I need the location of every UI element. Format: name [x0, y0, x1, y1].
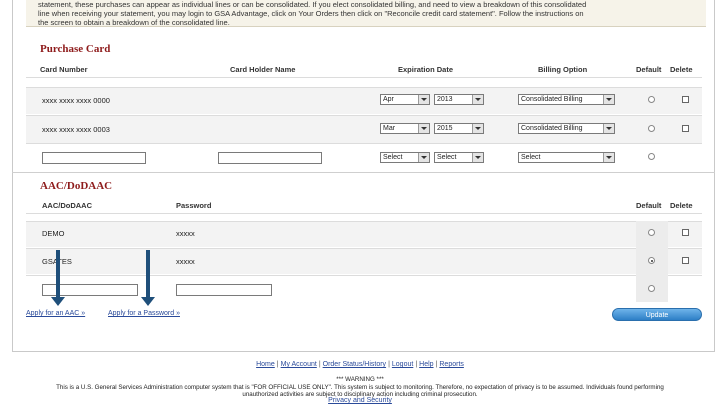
- new-billing-option-select[interactable]: Select: [518, 152, 615, 163]
- card-number: xxxx xxxx xxxx 0003: [42, 125, 110, 134]
- chevron-down-icon: [418, 153, 429, 162]
- selected-value: Select: [383, 154, 403, 161]
- delete-aac-checkbox[interactable]: [682, 229, 689, 236]
- col-default: Default: [636, 65, 662, 74]
- security-warning: *** WARNING *** This is a U.S. General S…: [0, 376, 720, 399]
- new-card-holder-input[interactable]: [218, 152, 322, 164]
- footer-link-logout[interactable]: Logout: [392, 361, 413, 368]
- selected-value: 2015: [437, 125, 453, 132]
- arrow-down-icon: [141, 250, 155, 306]
- expiration-month-select[interactable]: Apr: [380, 94, 430, 105]
- delete-card-checkbox[interactable]: [682, 125, 689, 132]
- password-value: xxxxx: [176, 229, 195, 238]
- col-aac: AAC/DoDAAC: [42, 201, 92, 210]
- chevron-down-icon: [603, 153, 614, 162]
- chevron-down-icon: [603, 95, 614, 104]
- card-number: xxxx xxxx xxxx 0000: [42, 96, 110, 105]
- privacy-link[interactable]: Privacy and Security: [0, 397, 720, 404]
- billing-option-select[interactable]: Consolidated Billing: [518, 123, 615, 134]
- aac-title: AAC/DoDAAC: [40, 180, 113, 192]
- col-billing: Billing Option: [538, 65, 588, 74]
- expiration-year-select[interactable]: 2013: [434, 94, 484, 105]
- footer-link-order-status[interactable]: Order Status/History: [323, 361, 386, 368]
- default-aac-radio[interactable]: [648, 229, 655, 236]
- separator: |: [415, 361, 418, 368]
- chevron-down-icon: [418, 124, 429, 133]
- selected-value: Mar: [383, 125, 396, 132]
- password-value: xxxxx: [176, 257, 195, 266]
- separator: |: [276, 361, 279, 368]
- col-card-number: Card Number: [40, 65, 88, 74]
- selected-value: Consolidated Billing: [521, 96, 583, 103]
- new-card-number-input[interactable]: [42, 152, 146, 164]
- table-row: [26, 248, 702, 274]
- footer-link-reports[interactable]: Reports: [439, 361, 464, 368]
- apply-aac-link[interactable]: Apply for an AAC »: [26, 310, 85, 317]
- delete-card-checkbox[interactable]: [682, 96, 689, 103]
- default-aac-radio-selected[interactable]: [648, 257, 655, 264]
- table-divider: [26, 77, 702, 87]
- col-card-holder: Card Holder Name: [230, 65, 296, 74]
- selected-value: Select: [521, 154, 541, 161]
- aac-value: DEMO: [42, 229, 65, 238]
- footer-link-home[interactable]: Home: [256, 361, 275, 368]
- new-expiration-year-select[interactable]: Select: [434, 152, 484, 163]
- expiration-month-select[interactable]: Mar: [380, 123, 430, 134]
- delete-aac-checkbox[interactable]: [682, 257, 689, 264]
- warning-line-1: This is a U.S. General Services Administ…: [56, 383, 664, 391]
- selected-value: Apr: [383, 96, 394, 103]
- chevron-down-icon: [603, 124, 614, 133]
- col-expiration: Expiration Date: [398, 65, 454, 74]
- selected-value: 2013: [437, 96, 453, 103]
- footer-nav: Home | My Account | Order Status/History | Log…: [0, 361, 720, 368]
- update-button[interactable]: Update: [612, 308, 702, 321]
- apply-password-link[interactable]: Apply for a Password »: [108, 310, 180, 317]
- purchase-card-title: Purchase Card: [40, 43, 111, 55]
- col-password: Password: [176, 201, 212, 210]
- warning-title: *** WARNING ***: [336, 376, 384, 383]
- default-card-radio[interactable]: [648, 96, 655, 103]
- table-divider: [26, 213, 702, 221]
- billing-option-select[interactable]: Consolidated Billing: [518, 94, 615, 105]
- chevron-down-icon: [418, 95, 429, 104]
- footer-link-my-account[interactable]: My Account: [281, 361, 317, 368]
- col-delete: Delete: [670, 201, 693, 210]
- new-password-input[interactable]: [176, 284, 272, 296]
- default-card-radio[interactable]: [648, 153, 655, 160]
- table-row: [26, 221, 702, 247]
- col-delete: Delete: [670, 65, 693, 74]
- separator: |: [388, 361, 390, 368]
- selected-value: Consolidated Billing: [521, 125, 583, 132]
- separator: |: [318, 361, 321, 368]
- col-default: Default: [636, 201, 662, 210]
- footer-link-help[interactable]: Help: [419, 361, 433, 368]
- chevron-down-icon: [472, 95, 483, 104]
- default-aac-radio[interactable]: [648, 285, 655, 292]
- expiration-year-select[interactable]: 2015: [434, 123, 484, 134]
- new-expiration-month-select[interactable]: Select: [380, 152, 430, 163]
- arrow-down-icon: [51, 250, 65, 306]
- chevron-down-icon: [472, 124, 483, 133]
- default-card-radio[interactable]: [648, 125, 655, 132]
- selected-value: Select: [437, 154, 457, 161]
- separator: |: [435, 361, 438, 368]
- chevron-down-icon: [472, 153, 483, 162]
